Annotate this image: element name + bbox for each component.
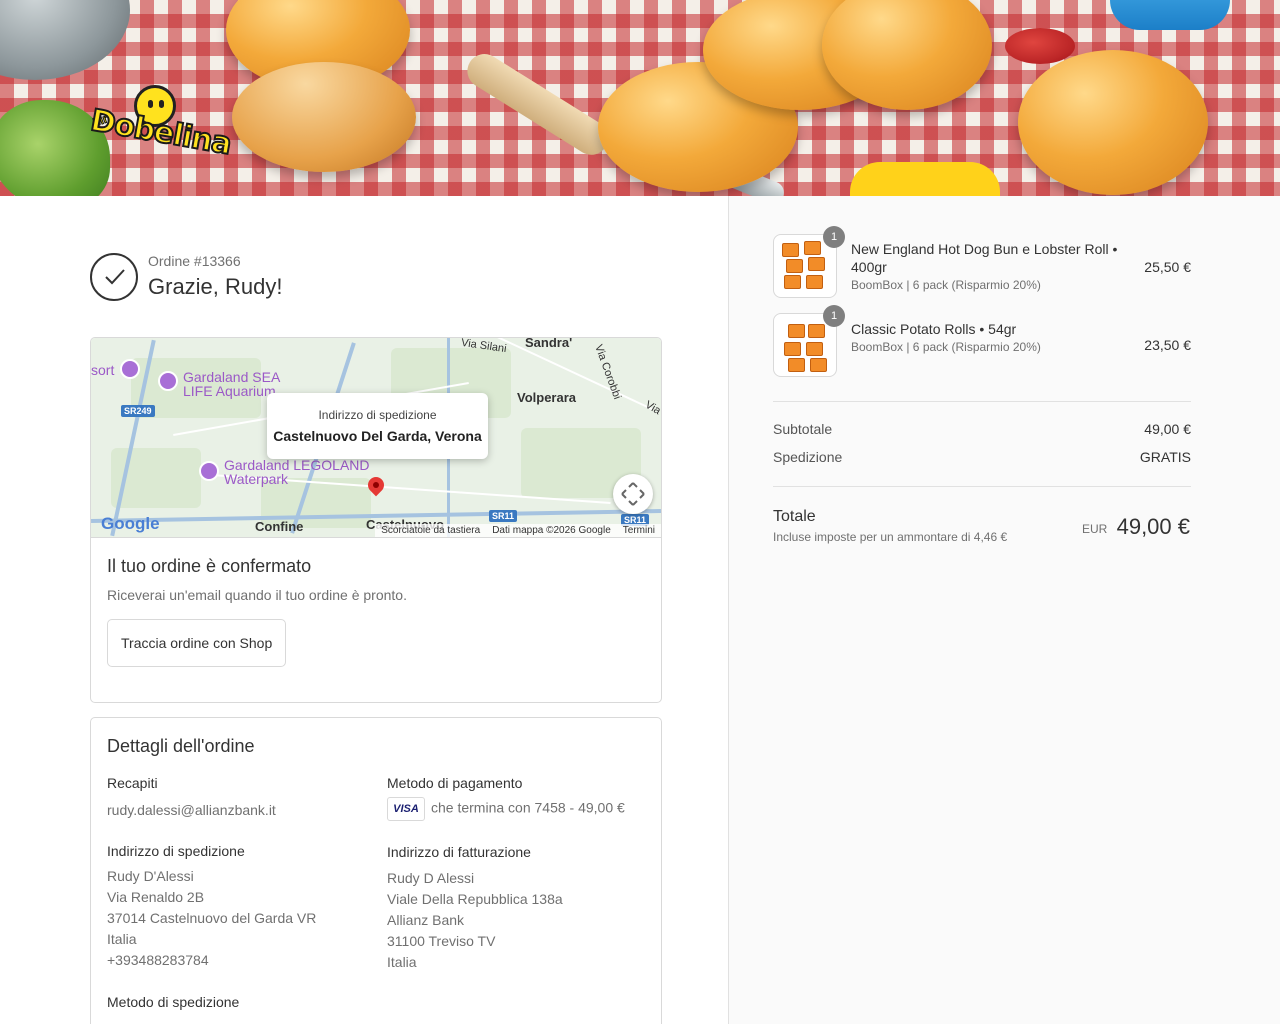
divider xyxy=(773,486,1191,487)
road-shield: SR249 xyxy=(121,405,155,417)
payment-label: Metodo di pagamento xyxy=(387,775,523,791)
page-title: Grazie, Rudy! xyxy=(148,274,283,299)
item-variant: BoomBox | 6 pack (Risparmio 20%) xyxy=(851,278,1041,292)
shipping-value: GRATIS xyxy=(1139,449,1191,465)
currency-code: EUR xyxy=(1082,522,1108,536)
track-order-button[interactable]: Traccia ordine con Shop xyxy=(107,619,287,667)
cart-item: 1 New England Hot Dog Bun e Lobster Roll… xyxy=(773,226,1191,298)
confirm-title: Il tuo ordine è confermato xyxy=(107,556,312,576)
address-line: Allianz Bank xyxy=(387,912,465,928)
quantity-badge: 1 xyxy=(823,226,845,248)
shipping-method-section: Metodo di spedizione xyxy=(107,994,367,1010)
map-label: Volperara xyxy=(517,390,577,405)
ketchup-image xyxy=(1005,28,1075,64)
payment-section: Metodo di pagamento VISA che termina con … xyxy=(387,775,647,821)
waterpark-icon xyxy=(199,461,219,481)
popup-city: Castelnuovo Del Garda, Verona xyxy=(273,428,482,444)
total-value: 49,00 € xyxy=(1116,514,1190,539)
phone-number: +393488283784 xyxy=(107,952,209,968)
order-details-card: Dettagli dell'ordine Recapiti rudy.dales… xyxy=(90,717,662,1024)
address-line: Italia xyxy=(387,954,417,970)
map-label: Via Corobbi xyxy=(592,343,624,401)
contact-label: Recapiti xyxy=(107,775,158,791)
shipping-method-label: Metodo di spedizione xyxy=(107,994,240,1010)
map-poi-label: Gardaland LEGOLAND Waterpark xyxy=(224,457,370,487)
map-attribution: Scorciatoie da tastiera Dati mappa ©2026… xyxy=(375,524,661,537)
billing-address-label: Indirizzo di fatturazione xyxy=(387,844,531,860)
checkmark-icon xyxy=(90,253,138,301)
hero-banner: Mr. Dobelina xyxy=(0,0,1280,196)
contact-email: rudy.dalessi@allianzbank.it xyxy=(107,802,276,818)
payment-text: che termina con 7458 - 49,00 € xyxy=(431,799,625,816)
order-number: Ordine #13366 xyxy=(148,253,241,269)
pan-image xyxy=(0,0,130,80)
address-line: Viale Della Repubblica 138a xyxy=(387,891,563,907)
map-label: Via xyxy=(643,398,661,418)
address-line: Via Renaldo 2B xyxy=(107,889,205,905)
aquarium-icon xyxy=(158,371,178,391)
contact-section: Recapiti rudy.dalessi@allianzbank.it xyxy=(107,775,367,821)
shipping-label: Spedizione xyxy=(773,449,843,465)
keyboard-shortcuts-link[interactable]: Scorciatoie da tastiera xyxy=(381,524,480,537)
road-shield: SR11 xyxy=(489,510,518,522)
item-name: New England Hot Dog Bun e Lobster Roll •… xyxy=(851,241,1118,275)
cheese-image xyxy=(850,162,1000,196)
shipping-map[interactable]: Via Silani Sandra' Volperara Via Corobbi… xyxy=(91,338,661,538)
address-line: 37014 Castelnuovo del Garda VR xyxy=(107,910,317,926)
visa-icon: VISA xyxy=(387,797,425,821)
order-summary-sidebar: 1 New England Hot Dog Bun e Lobster Roll… xyxy=(728,196,1280,1024)
shipping-address-label: Indirizzo di spedizione xyxy=(107,843,245,859)
map-poi-label: sort xyxy=(91,362,115,378)
fullscreen-icon[interactable] xyxy=(613,474,653,514)
confirm-text: Riceverai un'email quando il tuo ordine … xyxy=(107,587,407,603)
bun-image xyxy=(1018,50,1208,195)
subtotal-value: 49,00 € xyxy=(1144,421,1191,437)
shipping-address-section: Indirizzo di spedizione Rudy D'Alessi Vi… xyxy=(107,843,367,971)
bun-image xyxy=(232,62,416,172)
confirm-body: Il tuo ordine è confermato Riceverai un'… xyxy=(91,538,661,667)
subtotal-label: Subtotale xyxy=(773,421,833,437)
billing-address-section: Indirizzo di fatturazione Rudy D Alessi … xyxy=(387,844,647,973)
map-data-text: Dati mappa ©2026 Google xyxy=(492,525,611,536)
brand-logo[interactable]: Mr. Dobelina xyxy=(87,85,234,167)
subtotal-row: Subtotale 49,00 € xyxy=(773,421,1191,437)
address-line: Italia xyxy=(107,931,137,947)
popup-title: Indirizzo di spedizione xyxy=(318,408,437,422)
address-line: Rudy D'Alessi xyxy=(107,868,194,884)
details-title: Dettagli dell'ordine xyxy=(107,736,255,756)
item-price: 25,50 € xyxy=(1144,259,1191,275)
item-name: Classic Potato Rolls • 54gr xyxy=(851,321,1017,337)
quantity-badge: 1 xyxy=(823,305,845,327)
address-line: Rudy D Alessi xyxy=(387,870,475,886)
map-poi-label: Gardaland SEA LIFE Aquarium xyxy=(183,369,281,399)
poi-icon xyxy=(120,359,140,379)
map-popup: Indirizzo di spedizione Castelnuovo Del … xyxy=(267,393,488,459)
cart-item: 1 Classic Potato Rolls • 54gr BoomBox | … xyxy=(773,305,1191,377)
map-label: Sandra' xyxy=(525,338,573,350)
google-logo: Google xyxy=(101,514,160,533)
order-confirmed-card: Via Silani Sandra' Volperara Via Corobbi… xyxy=(90,337,662,703)
item-price: 23,50 € xyxy=(1144,337,1191,353)
bottle-image xyxy=(1110,0,1230,30)
terms-link[interactable]: Termini xyxy=(623,524,655,537)
map-label: Confine xyxy=(255,519,304,534)
shipping-row: Spedizione GRATIS xyxy=(773,449,1191,465)
divider xyxy=(773,401,1191,402)
knife-image xyxy=(460,47,615,162)
address-line: 31100 Treviso TV xyxy=(387,933,496,949)
tax-note: Incluse imposte per un ammontare di 4,46… xyxy=(773,530,1008,544)
item-variant: BoomBox | 6 pack (Risparmio 20%) xyxy=(851,340,1041,354)
total-label: Totale xyxy=(773,508,816,525)
